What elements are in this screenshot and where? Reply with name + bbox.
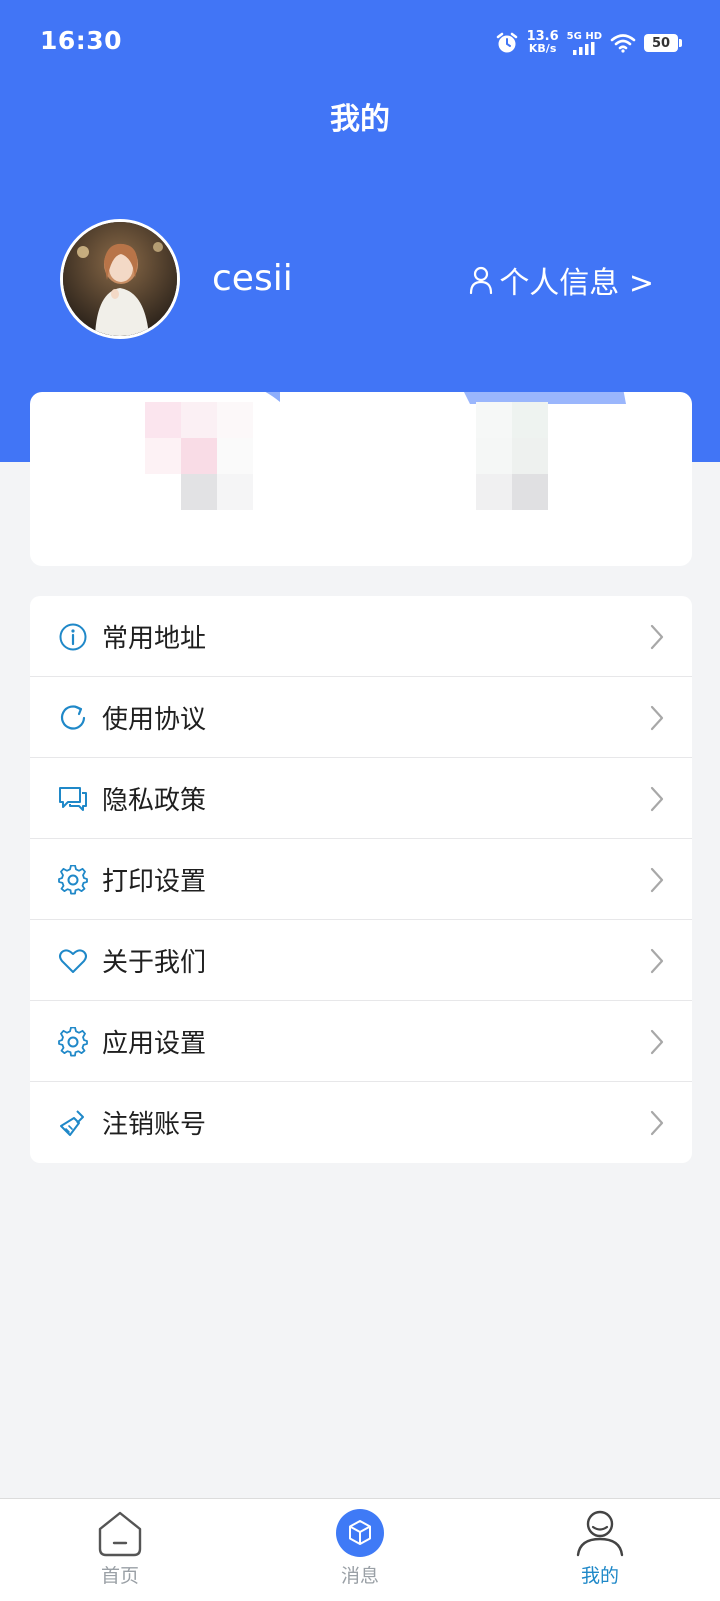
stats-card (30, 392, 692, 566)
personal-info-link[interactable]: 个人信息 > (469, 258, 654, 302)
broom-icon (60, 1110, 84, 1136)
menu-item-privacy-policy[interactable]: 隐私政策 (30, 758, 692, 839)
home-icon (98, 1511, 142, 1557)
info-icon (59, 623, 87, 651)
menu-item-about-us[interactable]: 关于我们 (30, 920, 692, 1001)
avatar[interactable] (60, 219, 180, 339)
bottom-tab-bar: 首页 消息 我的 (0, 1498, 720, 1601)
tab-profile[interactable]: 我的 (540, 1509, 660, 1588)
chat-icon (59, 787, 87, 811)
battery-level: 50 (644, 34, 678, 52)
menu-label: 注销账号 (102, 1110, 207, 1140)
personal-info-label: 个人信息 > (499, 266, 654, 301)
alarm-icon (496, 32, 517, 53)
battery-tip (679, 39, 682, 47)
signal-icon (573, 41, 595, 55)
status-time: 16:30 (40, 26, 123, 55)
person-icon (470, 266, 493, 294)
refresh-icon (60, 705, 86, 730)
user-icon (576, 1510, 624, 1557)
menu-label: 隐私政策 (102, 786, 207, 816)
menu-item-user-agreement[interactable]: 使用协议 (30, 677, 692, 758)
menu-item-delete-account[interactable]: 注销账号 (30, 1082, 692, 1163)
tab-home[interactable]: 首页 (60, 1509, 180, 1588)
chevron-right-icon (650, 786, 664, 812)
menu-label: 常用地址 (102, 624, 207, 654)
gear-icon (58, 1027, 88, 1057)
username: cesii (212, 258, 293, 299)
cube-icon (336, 1509, 384, 1557)
network-type-label: 5G HD (566, 30, 602, 42)
wifi-icon (610, 34, 636, 53)
menu-list: 常用地址 使用协议 隐私政策 打印设置 关于我们 应用设置 注销账号 (30, 596, 692, 1163)
gear-icon (58, 865, 88, 895)
chevron-right-icon (650, 1029, 664, 1055)
network-type: 5G HD (566, 30, 602, 55)
menu-label: 使用协议 (102, 705, 207, 735)
chevron-right-icon (650, 948, 664, 974)
net-speed-unit: KB/s (528, 42, 557, 55)
menu-item-common-address[interactable]: 常用地址 (30, 596, 692, 677)
page-title: 我的 (330, 102, 390, 137)
menu-item-app-settings[interactable]: 应用设置 (30, 1001, 692, 1082)
tab-label: 首页 (100, 1565, 139, 1587)
tab-label: 我的 (580, 1565, 619, 1587)
chevron-right-icon (650, 1110, 664, 1136)
tab-label: 消息 (340, 1565, 379, 1587)
menu-label: 应用设置 (102, 1029, 207, 1059)
menu-item-print-settings[interactable]: 打印设置 (30, 839, 692, 920)
chevron-right-icon (650, 624, 664, 650)
battery-icon: 50 (644, 34, 682, 52)
avatar-photo (63, 222, 177, 336)
status-icons: 13.6 KB/s 5G HD 50 (495, 26, 682, 60)
chevron-right-icon (650, 705, 664, 731)
heart-icon (59, 949, 87, 973)
obscured-content (112, 392, 626, 510)
network-speed: 13.6 KB/s (527, 30, 559, 55)
tab-messages[interactable]: 消息 (300, 1509, 420, 1588)
status-bar: 16:30 13.6 KB/s 5G HD 50 (0, 0, 720, 86)
menu-label: 打印设置 (102, 867, 207, 897)
menu-label: 关于我们 (102, 948, 207, 978)
chevron-right-icon (650, 867, 664, 893)
